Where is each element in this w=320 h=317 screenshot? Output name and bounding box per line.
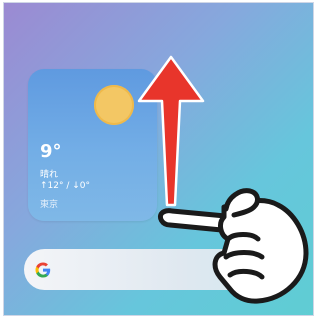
- weather-condition: 晴れ: [40, 170, 59, 180]
- home-screen: 9° 晴れ ↑12° / ↓0° 東京: [3, 2, 314, 316]
- sun-icon: [94, 85, 134, 125]
- weather-high-low: ↑12° / ↓0°: [40, 181, 91, 191]
- weather-location: 東京: [40, 200, 59, 210]
- weather-temperature: 9°: [40, 141, 62, 162]
- google-g-icon: [35, 262, 51, 278]
- pointing-hand-icon: [157, 188, 309, 304]
